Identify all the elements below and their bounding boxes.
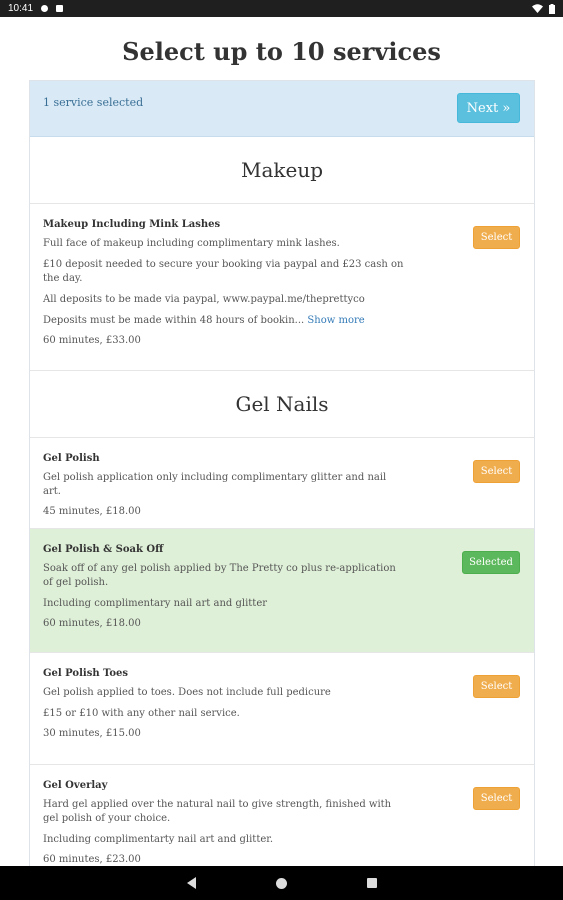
service-row[interactable]: Gel Overlay Hard gel applied over the na… xyxy=(30,765,534,866)
booking-page: Select up to 10 services 1 service selec… xyxy=(0,17,563,866)
service-description: £15 or £10 with any other nail service. xyxy=(43,708,240,719)
category-header-makeup: Makeup xyxy=(30,137,534,204)
service-name: Gel Polish & Soak Off xyxy=(43,544,164,555)
service-description: Soak off of any gel polish applied by Th… xyxy=(43,563,396,588)
service-duration-price: 60 minutes, £18.00 xyxy=(43,618,141,629)
service-description: Full face of makeup including compliment… xyxy=(43,238,340,249)
selected-count: 1 service selected xyxy=(43,96,144,109)
service-name: Gel Polish Toes xyxy=(43,668,129,679)
select-button[interactable]: Select xyxy=(473,675,520,698)
select-button[interactable]: Select xyxy=(473,460,520,483)
settings-notification-icon xyxy=(41,5,49,12)
selected-button[interactable]: Selected xyxy=(462,551,520,574)
service-row-selected[interactable]: Gel Polish & Soak Off Soak off of any ge… xyxy=(30,529,534,653)
service-description: Hard gel applied over the natural nail t… xyxy=(43,799,392,824)
service-row[interactable]: Makeup Including Mink Lashes Full face o… xyxy=(30,204,534,371)
sd-card-notification-icon xyxy=(56,5,64,12)
service-description: All deposits to be made via paypal, www.… xyxy=(43,294,365,305)
service-description: Deposits must be made within 48 hours of… xyxy=(43,315,305,326)
back-icon[interactable] xyxy=(186,877,196,889)
recent-apps-icon[interactable] xyxy=(366,878,377,888)
service-row[interactable]: Gel Polish Toes Gel polish applied to to… xyxy=(30,653,534,765)
service-row[interactable]: Gel Polish Gel polish application only i… xyxy=(30,438,534,529)
service-name: Gel Polish xyxy=(43,453,100,464)
service-description: Including complimentarty nail art and gl… xyxy=(43,834,274,845)
service-description: Including complimentary nail art and gli… xyxy=(43,598,268,609)
services-panel: 1 service selected Next » Makeup Makeup … xyxy=(29,80,535,866)
battery-icon xyxy=(549,3,555,14)
selection-bar: 1 service selected Next » xyxy=(30,81,534,137)
show-more-link[interactable]: Show more xyxy=(307,315,364,326)
page-title: Select up to 10 services xyxy=(122,37,441,66)
next-button[interactable]: Next » xyxy=(457,93,520,123)
service-name: Gel Overlay xyxy=(43,780,108,791)
service-duration-price: 60 minutes, £33.00 xyxy=(43,335,141,346)
service-description: Gel polish application only including co… xyxy=(43,472,387,497)
service-duration-price: 30 minutes, £15.00 xyxy=(43,728,141,739)
service-duration-price: 60 minutes, £23.00 xyxy=(43,854,141,865)
service-duration-price: 45 minutes, £18.00 xyxy=(43,506,141,517)
service-description: Gel polish applied to toes. Does not inc… xyxy=(43,687,331,698)
select-button[interactable]: Select xyxy=(473,787,520,810)
status-bar: 10:41 xyxy=(0,0,563,17)
wifi-icon xyxy=(532,4,543,13)
service-name: Makeup Including Mink Lashes xyxy=(43,219,221,230)
home-icon[interactable] xyxy=(275,877,287,889)
service-description: £10 deposit needed to secure your bookin… xyxy=(43,259,404,284)
category-header-gel-nails: Gel Nails xyxy=(30,371,534,438)
select-button[interactable]: Select xyxy=(473,226,520,249)
navigation-bar xyxy=(0,866,563,900)
status-time: 10:41 xyxy=(8,3,34,14)
